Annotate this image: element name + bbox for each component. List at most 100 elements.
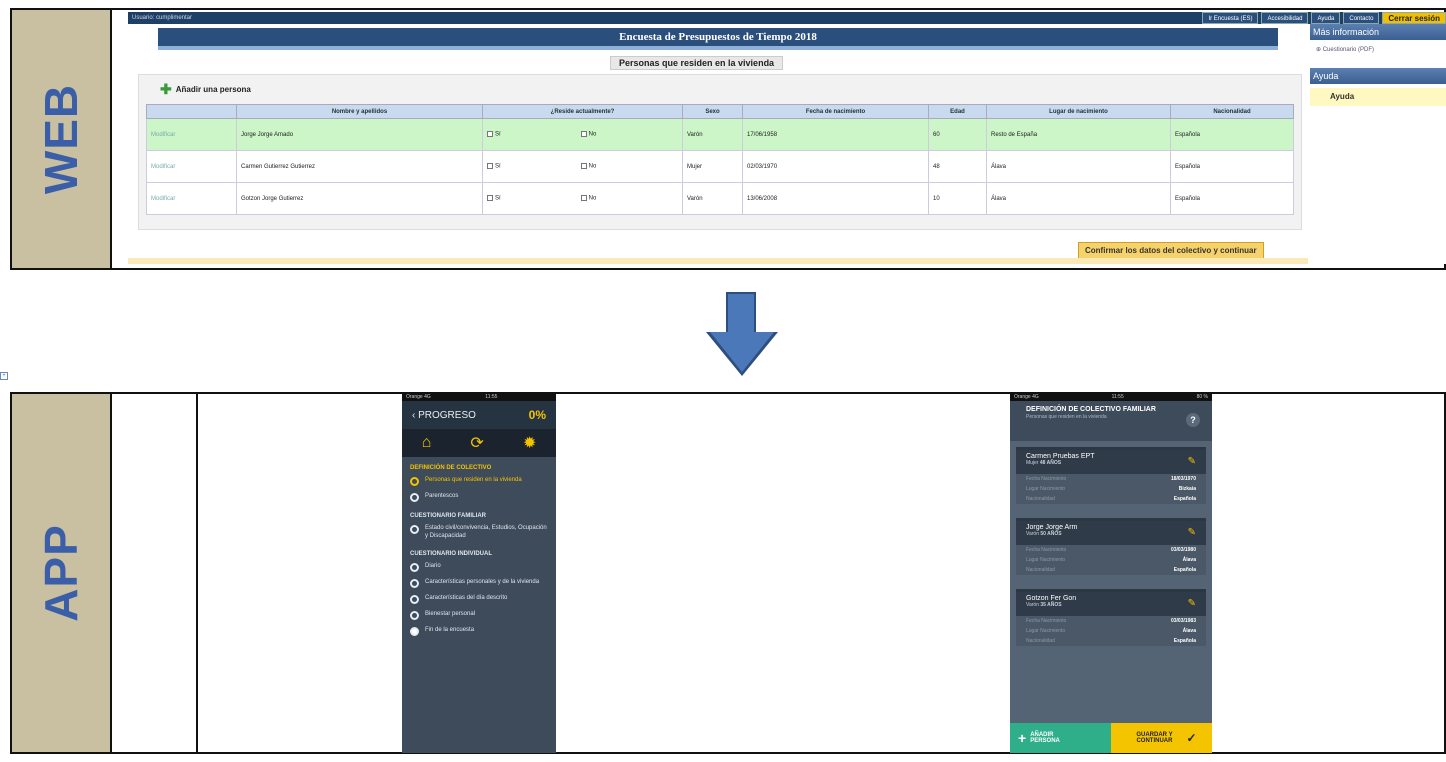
person-name: Gotzon Fer Gon [1026,595,1077,602]
modify-link[interactable]: Modificar [151,196,175,202]
section-title: DEFINICIÓN DE COLECTIVO [410,465,492,471]
checkbox-no[interactable] [580,163,587,170]
dob-value: 18/03/1970 [1170,476,1196,482]
step-dot [410,493,419,502]
step-item[interactable]: Fin de la encuesta [402,623,556,639]
step-label: Personas que residen en la vivienda [425,477,522,483]
header-underline [158,46,1278,50]
sync-icon[interactable]: ⟳ [470,433,483,453]
step-item[interactable]: Estado civil/convivencia, Estudios, Ocup… [402,521,556,543]
questionnaire-label: Cuestionario (PDF) [1322,47,1375,53]
step-dot [410,563,419,572]
add-person-link[interactable]: ✚ Añadir una persona [160,82,251,96]
modify-link[interactable]: Modificar [151,132,175,138]
footer-actions: + AÑADIR PERSONA GUARDAR Y CONTINUAR ✓ [1010,723,1212,753]
step-item[interactable]: Características del día descrito [402,591,556,607]
step-label: Características personales y de la vivie… [425,579,540,585]
accesibilidad-button[interactable]: Accesibilidad [1261,12,1309,24]
cell-age: 48 [928,150,987,183]
modify-link[interactable]: Modificar [151,164,175,170]
move-handle-icon[interactable]: + [0,372,8,380]
down-arrow-icon [726,292,756,334]
step-dot [410,579,419,588]
person-card[interactable]: Jorge Jorge Arm Varón 50 AÑOS ✎ Fecha Naci… [1016,518,1206,575]
person-card[interactable]: Gotzon Fer Gon Varón 35 AÑOS ✎ Fecha Nacim… [1016,589,1206,646]
questionnaire-link[interactable]: ⊕ Cuestionario (PDF) [1310,40,1446,68]
step-dot [410,627,419,636]
checkbox-no[interactable] [580,195,587,202]
col-header-resides: ¿Reside actualmente? [482,104,683,119]
col-header-dob: Fecha de nacimiento [742,104,929,119]
checkbox-yes[interactable] [487,131,493,138]
app-label-cell: APP [12,394,112,752]
col-header-action [146,104,237,119]
status-bar: Orange 4G 11:55 [402,393,556,401]
save-continue-button[interactable]: GUARDAR Y CONTINUAR ✓ [1111,723,1212,753]
step-item[interactable]: Parentescos [402,489,556,505]
place-value: Bizkaia [1178,486,1196,492]
place-value: Álava [1182,557,1196,563]
card-row: Nacionalidad Española [1016,565,1206,575]
ayuda-button[interactable]: Ayuda [1311,12,1341,24]
checkbox-yes[interactable] [487,163,493,170]
step-dot [410,477,419,486]
step-dot [410,611,419,620]
card-row: Nacionalidad Española [1016,494,1206,504]
step-label: Parentescos [425,493,459,499]
step-item[interactable]: Diario [402,559,556,575]
place-value: Álava [1182,628,1196,634]
gear-icon[interactable]: ✹ [523,433,536,453]
step-label: Diario [425,563,441,569]
household-phone: Orange 4G 11:55 80 % DEFINICIÓN DE COLECTI… [1010,393,1212,753]
person-sex: Varón [1026,602,1039,608]
card-row: Fecha Nacimiento 03/03/1980 [1016,545,1206,555]
confirm-button[interactable]: Confirmar los datos del colectivo y cont… [1078,242,1264,259]
step-item[interactable]: Bienestar personal [402,607,556,623]
person-card[interactable]: Carmen Pruebas EPT Mujer 48 AÑOS ✎ Fecha N… [1016,447,1206,504]
home-icon[interactable]: ⌂ [422,434,432,452]
card-row: Lugar Nacimiento Álava [1016,626,1206,636]
screen-subtitle: Personas que residen en la vivienda [1026,414,1107,420]
nat-label: Nacionalidad [1026,567,1055,573]
app-section: APP Orange 4G 11:55 ‹ PROGRESO 0% ⌂ ⟳ ✹ D… [10,392,1446,754]
col-header-nationality: Nacionalidad [1170,104,1294,119]
cell-name: Gotzon Jorge Gutierrez [236,182,483,215]
help-header: Ayuda [1310,68,1446,84]
place-label: Lugar Nacimiento [1026,628,1066,634]
logout-button[interactable]: Cerrar sesión [1382,12,1446,24]
persons-table: Nombre y apellidos ¿Reside actualmente? … [146,104,1294,215]
card-header: Jorge Jorge Arm Varón 50 AÑOS ✎ [1016,521,1206,545]
more-info-header: Más información [1310,24,1446,40]
edit-icon[interactable]: ✎ [1188,598,1196,609]
bottom-strip [128,258,1308,264]
cell-birthplace: Resto de España [986,118,1171,151]
table-row: Modificar Jorge Jorge Amado Sí No Varón 1… [146,118,1294,151]
cell-resides: Sí No [482,150,683,183]
table-row: Modificar Gotzon Jorge Gutierrez Sí No Va… [146,182,1294,215]
web-topbar: Usuario: cumplimentar Ir Encuesta (ES) A… [128,12,1446,24]
step-item[interactable]: Personas que residen en la vivienda [402,473,556,489]
nat-value: Española [1173,496,1196,502]
cell-sex: Varón [682,182,743,215]
checkbox-no[interactable] [580,131,587,138]
cell-dob: 02/03/1970 [742,150,929,183]
help-link[interactable]: Ayuda [1310,88,1446,106]
checkbox-yes[interactable] [487,195,493,202]
cell-age: 60 [928,118,987,151]
card-row: Fecha Nacimiento 18/03/1970 [1016,474,1206,484]
contacto-button[interactable]: Contacto [1343,12,1380,24]
help-icon[interactable]: ? [1186,413,1200,427]
ir-encuesta-button[interactable]: Ir Encuesta (ES) [1202,12,1259,24]
card-row: Fecha Nacimiento 03/03/1983 [1016,616,1206,626]
carrier: Orange 4G [406,394,431,400]
back-button[interactable]: ‹ PROGRESO [412,410,476,421]
nat-label: Nacionalidad [1026,496,1055,502]
no-label: No [588,131,597,138]
step-item[interactable]: Características personales y de la vivie… [402,575,556,591]
edit-icon[interactable]: ✎ [1188,527,1196,538]
card-header: Gotzon Fer Gon Varón 35 AÑOS ✎ [1016,592,1206,616]
edit-icon[interactable]: ✎ [1188,456,1196,467]
card-row: Lugar Nacimiento Bizkaia [1016,484,1206,494]
add-person-button[interactable]: + AÑADIR PERSONA [1010,723,1111,753]
step-label: Bienestar personal [425,611,476,617]
